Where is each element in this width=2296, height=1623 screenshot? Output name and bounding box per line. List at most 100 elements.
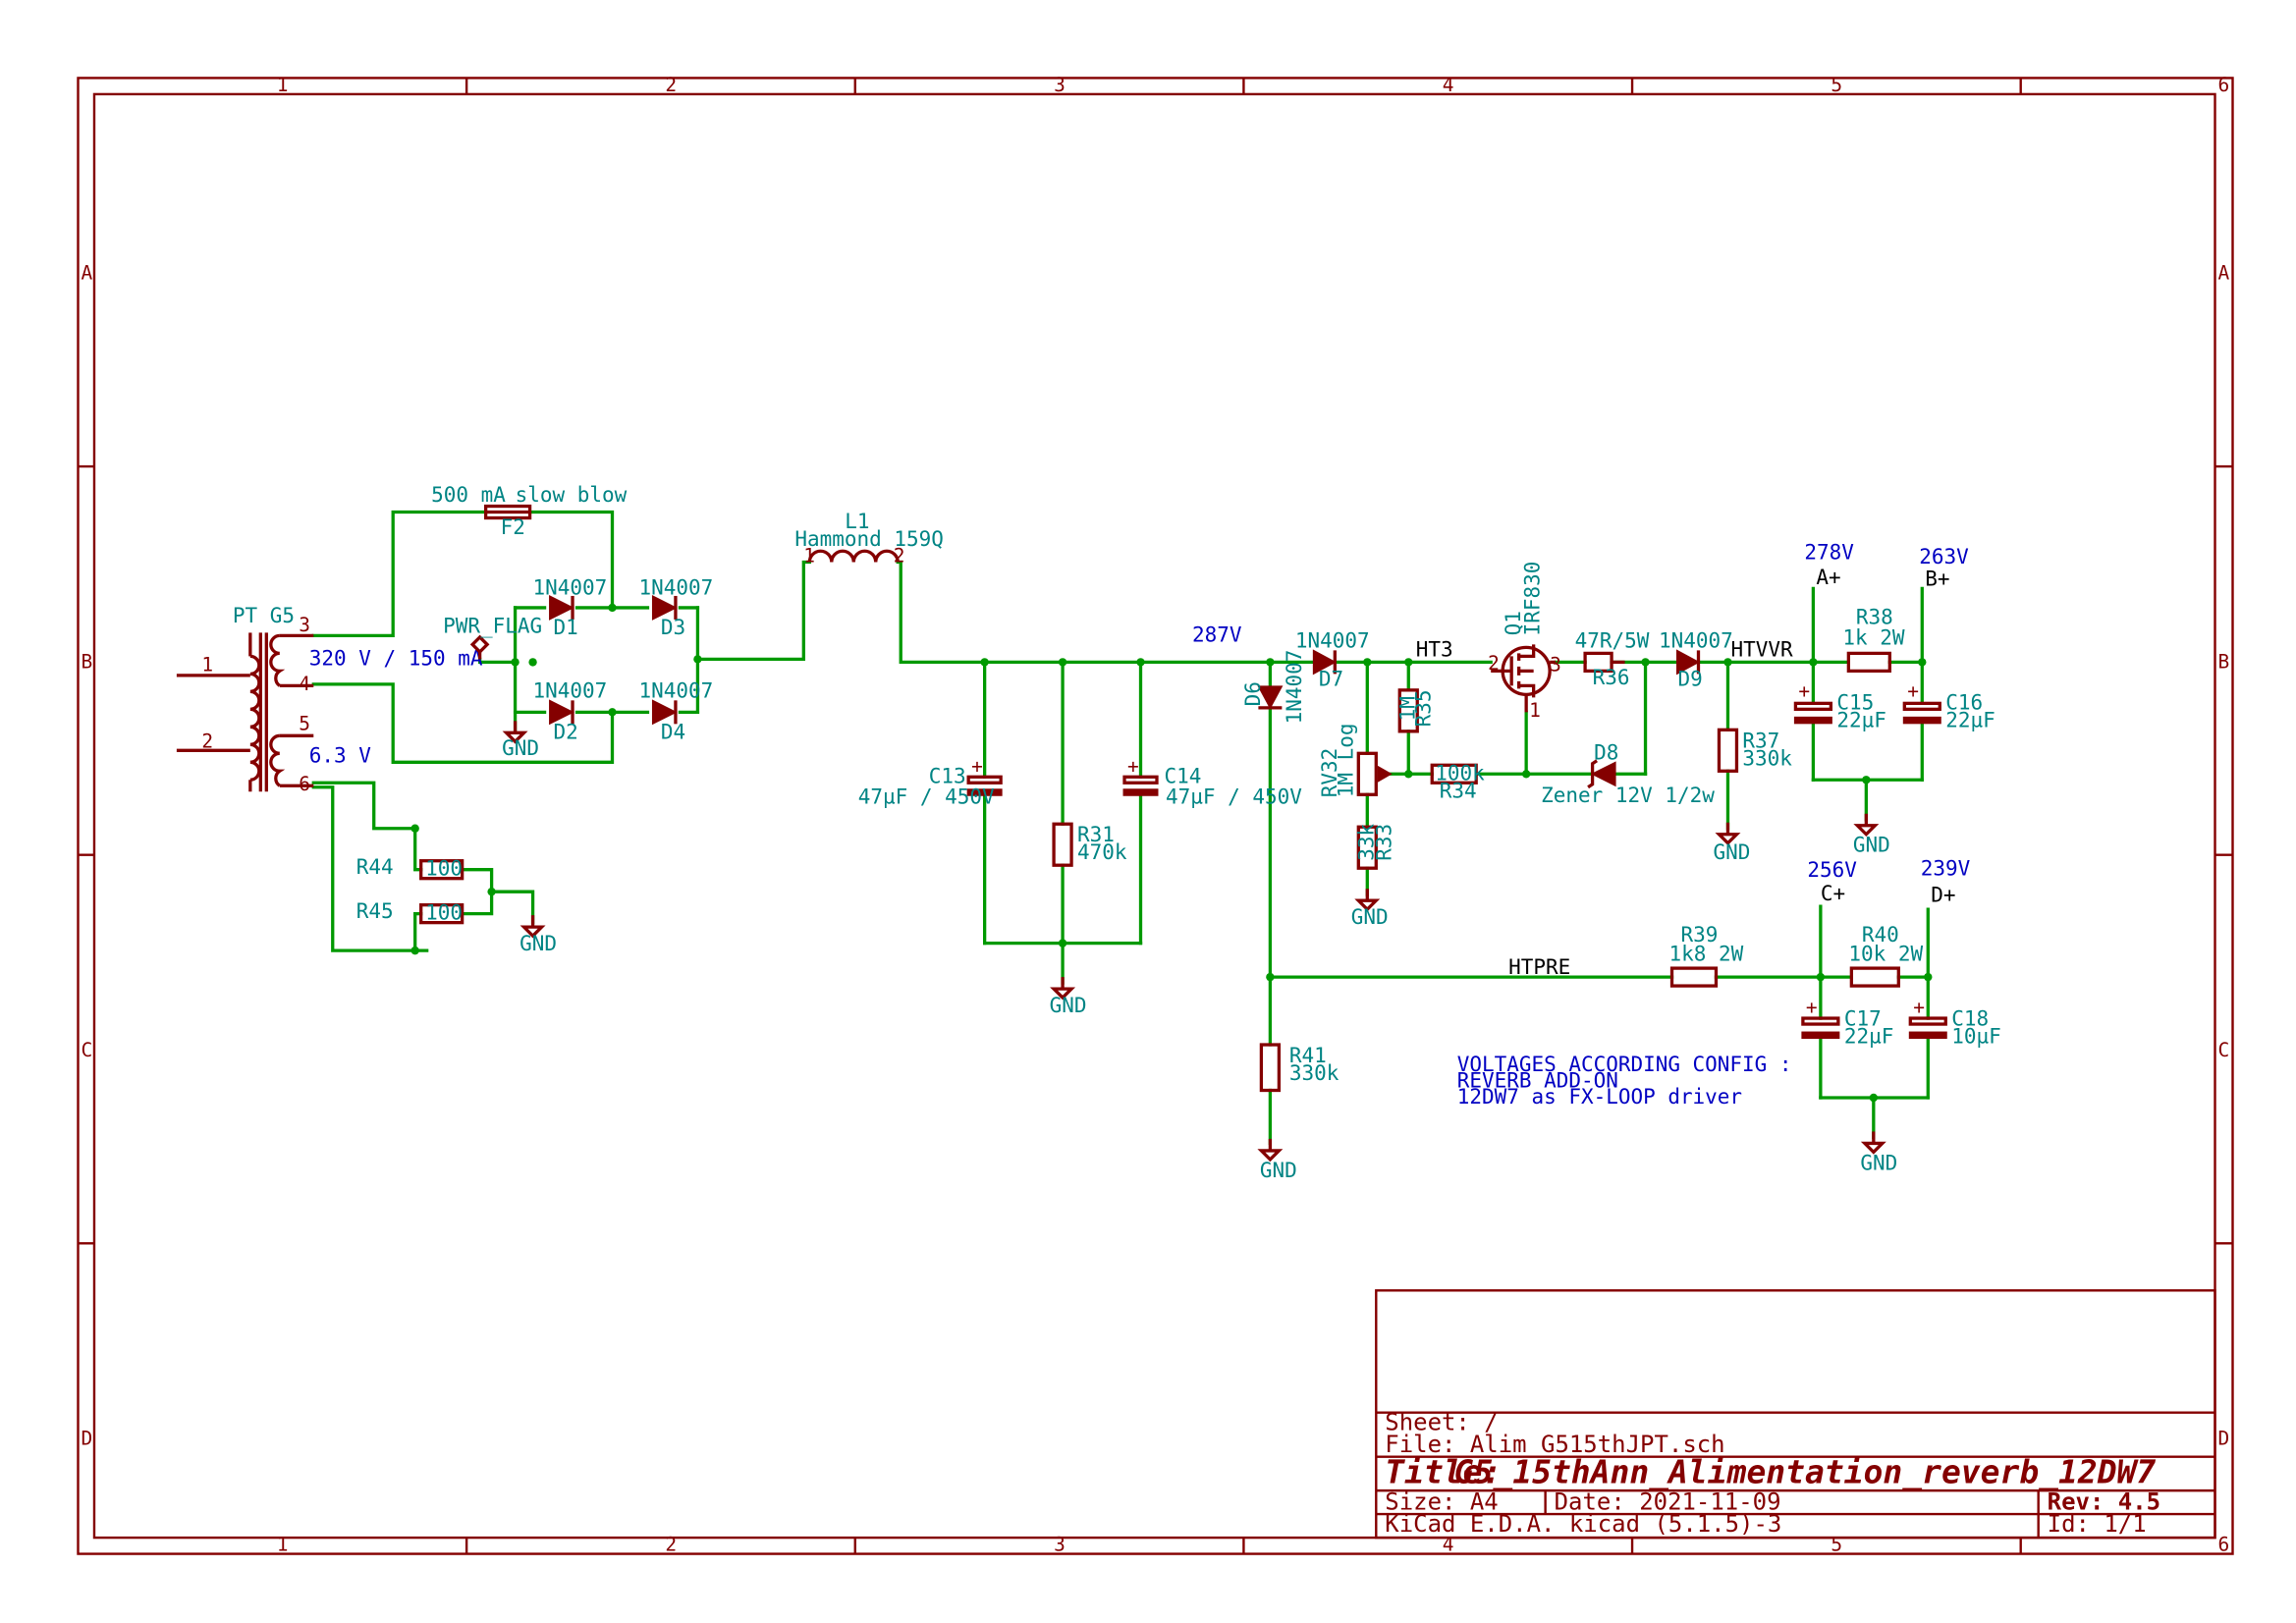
resistor-r33: 33k R33 [1354, 823, 1395, 870]
diode-ref: D9 [1678, 667, 1703, 690]
resistor-value: 330k [1289, 1061, 1339, 1085]
pin-number: 3 [299, 614, 310, 636]
mosfet-value: IRF830 [1521, 562, 1545, 636]
fuse-note: slow blow [516, 483, 628, 507]
voltage-278v: 278V [1804, 540, 1854, 564]
row-label: C [2218, 1039, 2230, 1061]
pin-number: 2 [201, 730, 213, 752]
col-label: 6 [2218, 1534, 2230, 1556]
capacitor-c18: + C18 10µF [1908, 997, 2001, 1049]
col-label: 2 [665, 74, 677, 96]
drawing-title: G5_15thAnn_Alimentation_reverb_12DW7 [1454, 1453, 2157, 1491]
polarity-plus: + [1798, 679, 1810, 702]
row-label: C [81, 1039, 92, 1061]
resistor-value: 1k8 2W [1669, 943, 1744, 966]
resistor-value: 100 [425, 857, 463, 881]
pin-number: 5 [299, 712, 310, 734]
polarity-plus: + [1907, 679, 1919, 702]
diode-ref: D6 [1241, 681, 1265, 706]
col-label: 4 [1443, 74, 1454, 96]
diode-ref: D1 [554, 616, 578, 639]
col-label: 3 [1054, 74, 1066, 96]
drawing-frame: 1 2 3 4 5 6 1 2 3 4 5 6 A B C D A B C D [77, 74, 2234, 1556]
resistor-r36: 47R/5W R36 [1575, 628, 1650, 688]
diode-value: 1N4007 [638, 575, 713, 599]
pwr-flag-label: PWR_FLAG [443, 614, 542, 637]
capacitor-value: 47µF / 450V [1166, 784, 1302, 808]
capacitor-value: 47µF / 450V [858, 784, 995, 808]
pin-number: 2 [894, 544, 905, 567]
net-label-htpre: HTPRE [1508, 955, 1570, 979]
pin-number: 1 [1529, 699, 1541, 722]
gnd-symbol: GND [1351, 887, 1389, 929]
col-label: 2 [665, 1534, 677, 1556]
capacitor-c13: + C13 47µF / 450V [858, 755, 1003, 808]
diode-d4: 1N4007 D4 [638, 678, 713, 743]
title-block: Sheet: / File: Alim_G515thJPT.sch Title:… [1375, 1289, 2216, 1540]
tool-info: KiCad E.D.A. kicad (5.1.5)-3 [1385, 1510, 1781, 1538]
polarity-plus: + [971, 755, 983, 778]
inductor-value: Hammond 159Q [794, 527, 944, 551]
row-label: B [2218, 650, 2230, 673]
capacitor-value: 22µF [1844, 1025, 1894, 1049]
diode-value: 1N4007 [638, 678, 713, 702]
resistor-value: 330k [1742, 746, 1792, 770]
net-label-ht3: HT3 [1416, 637, 1453, 661]
row-label: A [81, 262, 92, 285]
gnd-label: GND [1260, 1159, 1297, 1182]
resistor-r41: R41 330k [1259, 1043, 1339, 1093]
config-note: VOLTAGES ACCORDING CONFIG : REVERB ADD-O… [1457, 1053, 1792, 1109]
resistor-value: 10k 2W [1848, 943, 1923, 966]
diode-d3: 1N4007 D3 [638, 575, 713, 638]
pin-number: 2 [1488, 652, 1500, 675]
net-label-b-plus: B+ [1925, 567, 1949, 590]
diode-ref: D7 [1319, 667, 1343, 690]
gnd-symbol: GND [519, 913, 557, 955]
voltage-287v: 287V [1192, 622, 1242, 646]
row-label: B [81, 650, 92, 673]
row-label: D [81, 1428, 92, 1450]
pin-number: 1 [803, 544, 815, 567]
diode-value: 1N4007 [533, 575, 608, 599]
resistor-r37: R37 330k [1717, 728, 1792, 773]
resistor-ref: R34 [1440, 779, 1477, 802]
gnd-symbol: GND [1860, 1129, 1897, 1174]
potentiometer-rv32: RV32 1M Log [1318, 724, 1393, 798]
resistor-r34: 100k R34 [1430, 761, 1485, 802]
col-label: 5 [1831, 74, 1842, 96]
row-label: A [2218, 262, 2230, 285]
resistor-value: 100 [425, 901, 463, 925]
gnd-symbol: GND [1713, 821, 1750, 864]
capacitor-c14: + C14 47µF / 450V [1122, 755, 1302, 808]
polarity-plus: + [1806, 997, 1818, 1019]
resistor-ref: R35 [1412, 689, 1436, 727]
gnd-label: GND [1050, 994, 1087, 1017]
gnd-symbol: GND [1050, 975, 1087, 1017]
resistor-r35: 1M R35 [1395, 688, 1436, 733]
voltage-239v: 239V [1921, 857, 1971, 881]
resistor-value: 47R/5W [1575, 628, 1650, 652]
resistor-ref: R33 [1372, 824, 1395, 861]
col-label: 1 [277, 74, 289, 96]
net-label-a-plus: A+ [1816, 566, 1840, 589]
col-label: 6 [2218, 74, 2230, 96]
capacitor-value: 22µF [1945, 708, 1995, 731]
diode-d7: 1N4007 D7 [1295, 628, 1370, 690]
pin-number: 3 [1550, 653, 1561, 676]
diode-value: 1N4007 [1295, 628, 1370, 652]
capacitor-c17: + C17 22µF [1801, 997, 1894, 1049]
gnd-symbol: GND [1853, 812, 1890, 857]
voltage-256v: 256V [1807, 858, 1857, 882]
transformer-pt-g5: PT G5 320 V / 150 mA 6.3 V 1 2 3 4 5 6 [176, 604, 483, 795]
gnd-label: GND [1351, 905, 1389, 929]
resistor-ref: R45 [356, 899, 394, 923]
resistor-value: 1k 2W [1842, 625, 1904, 649]
gnd-label: GND [502, 736, 539, 760]
diode-value: 1N4007 [1283, 650, 1306, 725]
lv-secondary-rating: 6.3 V [309, 743, 371, 767]
pot-value: 1M Log [1334, 724, 1357, 798]
diode-value: 1N4007 [533, 678, 608, 702]
fuse-value: 500 mA [431, 483, 506, 507]
schematic-sheet: 1 2 3 4 5 6 1 2 3 4 5 6 A B C D A B C D … [77, 74, 2234, 1556]
capacitor-c15: + C15 22µF [1793, 679, 1886, 731]
